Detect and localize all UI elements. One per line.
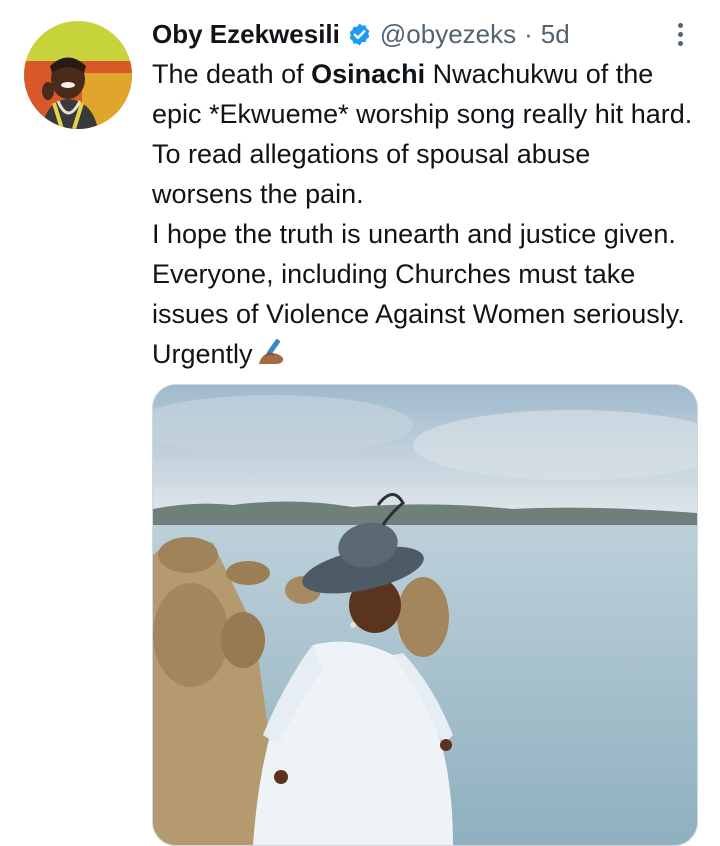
more-vertical-icon[interactable] (664, 18, 696, 50)
tweet-photo[interactable] (152, 384, 698, 846)
tweet-paragraph-2: I hope the truth is unearth and justice … (152, 214, 697, 374)
separator-dot: · (524, 19, 533, 49)
author-handle[interactable]: @obyezeks (380, 14, 516, 54)
tweet-text-bold: Osinachi (311, 59, 426, 89)
verified-badge-icon (349, 23, 370, 45)
tweet-timestamp[interactable]: 5d (541, 14, 570, 54)
tweet-text-part: I hope the truth is unearth and justice … (152, 219, 685, 369)
author-avatar[interactable] (24, 21, 132, 129)
tweet-paragraph-1: The death of Osinachi Nwachukwu of the e… (152, 54, 697, 214)
tweet-text: The death of Osinachi Nwachukwu of the e… (152, 54, 697, 374)
tweet-text-part: The death of (152, 59, 312, 89)
author-display-name[interactable]: Oby Ezekwesili (152, 14, 340, 54)
tweet[interactable]: Oby Ezekwesili @obyezeks · 5d The death … (0, 0, 720, 846)
writing-hand-emoji (258, 339, 283, 364)
tweet-header: Oby Ezekwesili @obyezeks · 5d (152, 14, 570, 54)
